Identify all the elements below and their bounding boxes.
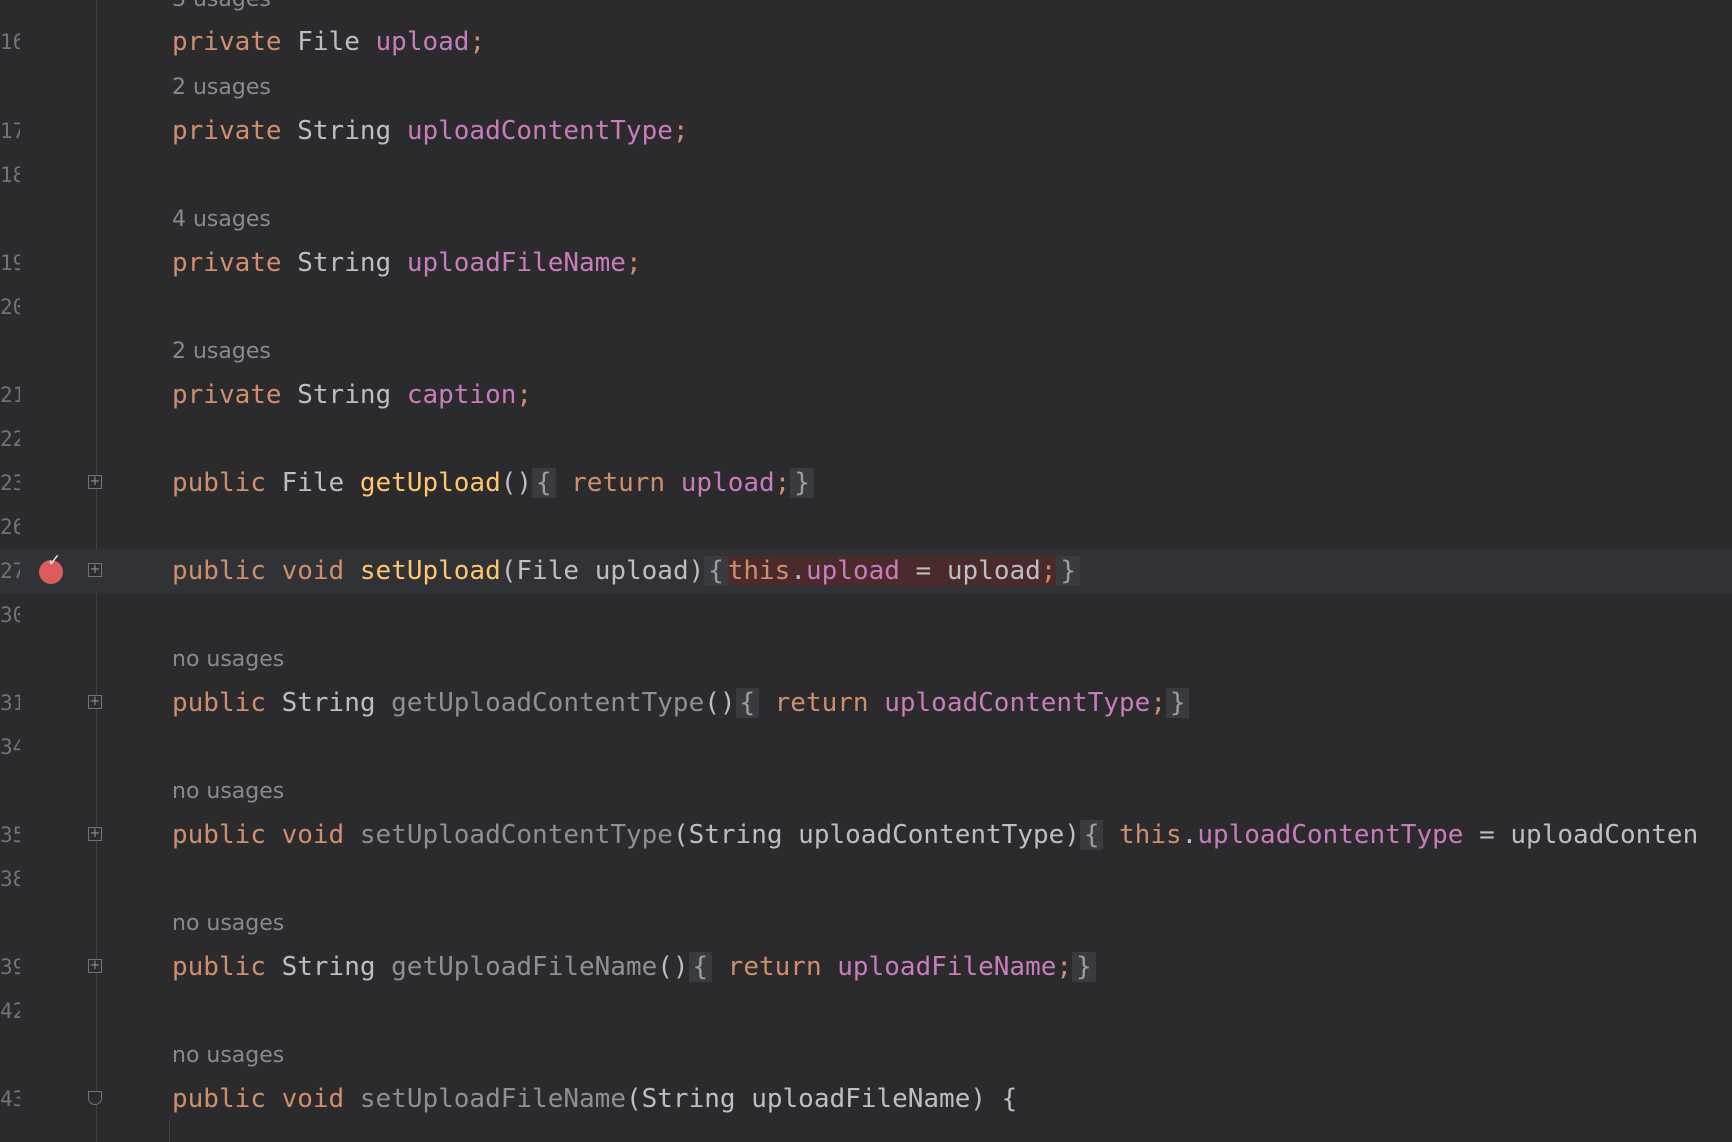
line-number[interactable]: 27 <box>0 549 20 593</box>
code-line[interactable]: 16 private File upload; <box>0 20 1732 64</box>
fold-end-icon[interactable] <box>88 1091 102 1105</box>
code-line[interactable]: 21 private String caption; <box>0 373 1732 417</box>
fold-plus-icon[interactable]: + <box>88 563 102 577</box>
folded-close-brace[interactable]: } <box>1056 556 1080 586</box>
line-number[interactable]: 30 <box>0 593 20 637</box>
inlay-hint-row: no usages <box>0 1034 1732 1078</box>
usages-hint[interactable]: no usages <box>172 902 284 946</box>
usages-hint[interactable]: 2 usages <box>172 330 271 374</box>
code-line[interactable]: 35 + public void setUploadContentType(St… <box>0 813 1732 857</box>
code-text[interactable]: public String getUploadContentType(){ re… <box>172 681 1190 725</box>
usages-hint[interactable]: 2 usages <box>172 66 271 110</box>
code-text[interactable]: public File getUpload(){ return upload;} <box>172 461 814 505</box>
line-number[interactable]: 34 <box>0 725 20 769</box>
code-text[interactable]: private String uploadFileName; <box>172 241 642 285</box>
code-line[interactable]: 30 <box>0 593 1732 637</box>
code-editor[interactable]: 3 usages 16 private File upload; 2 usage… <box>0 0 1732 1142</box>
checkmark-icon: ✓ <box>47 551 62 571</box>
usages-hint[interactable]: no usages <box>172 638 284 682</box>
usages-hint[interactable]: no usages <box>172 770 284 814</box>
inlay-hint-row: 4 usages <box>0 198 1732 242</box>
inlay-hint-row: 2 usages <box>0 66 1732 110</box>
code-line[interactable]: 42 <box>0 989 1732 1033</box>
code-line[interactable]: 17 private String uploadContentType; <box>0 109 1732 153</box>
inlay-hint-row: 3 usages <box>0 0 1732 22</box>
breakpoint-highlight: this.upload = upload; <box>727 556 1057 586</box>
folded-close-brace[interactable]: } <box>1165 688 1190 718</box>
line-number[interactable]: 38 <box>0 857 20 901</box>
folded-open-brace[interactable]: { <box>1079 820 1104 850</box>
line-number[interactable]: 31 <box>0 681 20 725</box>
line-number[interactable]: 23 <box>0 461 20 505</box>
code-text[interactable]: private String caption; <box>172 373 532 417</box>
inlay-hint-row: no usages <box>0 638 1732 682</box>
code-line[interactable]: 39 + public String getUploadFileName(){ … <box>0 945 1732 989</box>
line-number[interactable]: 20 <box>0 285 20 329</box>
folded-close-brace[interactable]: } <box>790 468 814 498</box>
line-number[interactable]: 18 <box>0 153 20 197</box>
indent-guide <box>169 1118 170 1142</box>
code-text[interactable]: public void setUpload(File upload){this.… <box>172 549 1080 593</box>
line-number[interactable]: 21 <box>0 373 20 417</box>
usages-hint[interactable]: 3 usages <box>172 0 271 22</box>
line-number[interactable]: 19 <box>0 241 20 285</box>
current-code-line[interactable]: 27 ✓ + public void setUpload(File upload… <box>0 549 1732 593</box>
line-number[interactable]: 35 <box>0 813 20 857</box>
line-number[interactable]: 39 <box>0 945 20 989</box>
folded-open-brace[interactable]: { <box>688 952 713 982</box>
line-number[interactable]: 43 <box>0 1077 20 1121</box>
inlay-hint-row: 2 usages <box>0 330 1732 374</box>
line-number[interactable]: 26 <box>0 505 20 549</box>
code-line[interactable]: 26 <box>0 505 1732 549</box>
fold-plus-icon[interactable]: + <box>88 695 102 709</box>
fold-plus-icon[interactable]: + <box>88 959 102 973</box>
folded-open-brace[interactable]: { <box>532 468 556 498</box>
code-line[interactable]: 38 <box>0 857 1732 901</box>
folded-close-brace[interactable]: } <box>1072 952 1096 982</box>
code-line[interactable]: 19 private String uploadFileName; <box>0 241 1732 285</box>
code-text[interactable]: public void setUploadContentType(String … <box>172 813 1698 857</box>
line-number[interactable]: 22 <box>0 417 20 461</box>
usages-hint[interactable]: 4 usages <box>172 198 271 242</box>
code-line[interactable]: 20 <box>0 285 1732 329</box>
fold-plus-icon[interactable]: + <box>88 827 102 841</box>
code-text[interactable]: private String uploadContentType; <box>172 109 689 153</box>
code-line[interactable]: 43 public void setUploadFileName(String … <box>0 1077 1732 1121</box>
code-text[interactable]: private File upload; <box>172 20 485 64</box>
line-number[interactable]: 42 <box>0 989 20 1033</box>
folded-open-brace[interactable]: { <box>735 688 759 718</box>
code-line[interactable]: 31 + public String getUploadContentType(… <box>0 681 1732 725</box>
line-number[interactable]: 17 <box>0 109 20 153</box>
code-line[interactable]: 34 <box>0 725 1732 769</box>
inlay-hint-row: no usages <box>0 902 1732 946</box>
inlay-hint-row: no usages <box>0 770 1732 814</box>
code-text[interactable]: public void setUploadFileName(String upl… <box>172 1077 1017 1121</box>
usages-hint[interactable]: no usages <box>172 1034 284 1078</box>
code-line[interactable]: 18 <box>0 153 1732 197</box>
code-line[interactable]: 22 <box>0 417 1732 461</box>
folded-open-brace[interactable]: { <box>704 556 728 586</box>
code-text[interactable]: public String getUploadFileName(){ retur… <box>172 945 1096 989</box>
line-number[interactable]: 16 <box>0 20 20 64</box>
code-line[interactable]: 23 + public File getUpload(){ return upl… <box>0 461 1732 505</box>
fold-plus-icon[interactable]: + <box>88 475 102 489</box>
